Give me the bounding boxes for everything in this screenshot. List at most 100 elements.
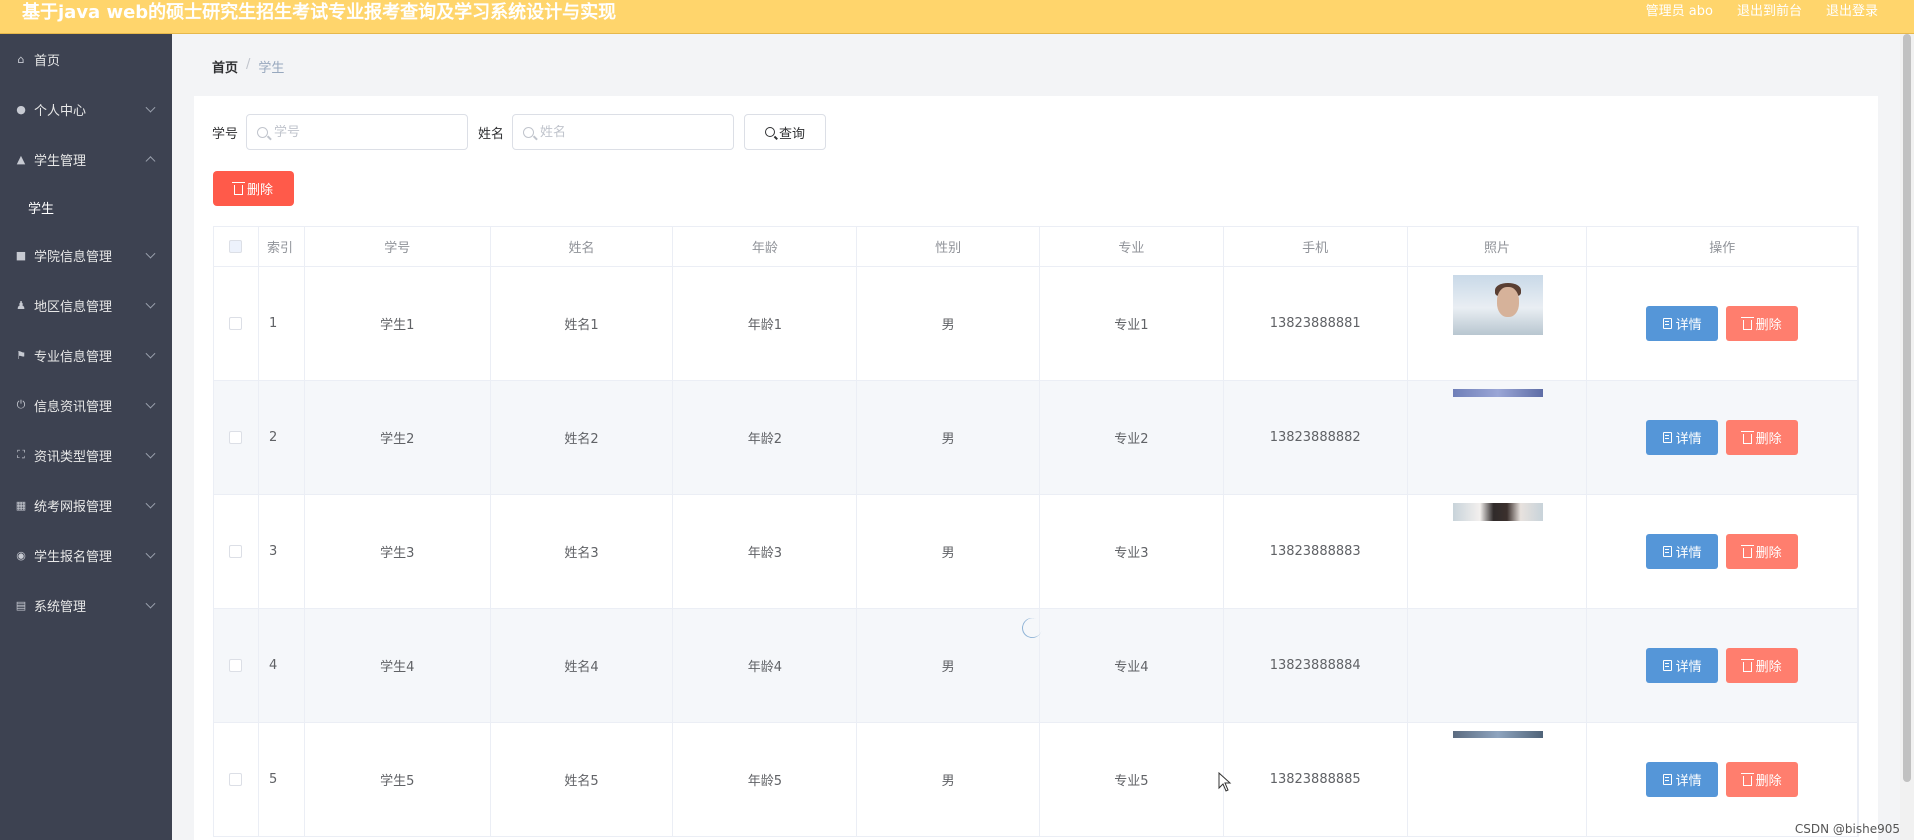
detail-button[interactable]: 详情 <box>1646 306 1719 341</box>
student-photo[interactable] <box>1452 731 1543 738</box>
detail-button[interactable]: 详情 <box>1646 420 1719 455</box>
cell-student-id: 学生4 <box>305 609 491 722</box>
breadcrumb-separator: / <box>246 57 251 72</box>
cell-age: 年龄1 <box>673 267 858 380</box>
student-photo[interactable] <box>1452 275 1543 335</box>
sidebar-item-label: 首页 <box>34 53 61 69</box>
row-checkbox[interactable] <box>229 773 243 786</box>
cell-name: 姓名1 <box>491 267 674 380</box>
cell-age: 年龄2 <box>673 381 858 494</box>
cell-phone: 13823888884 <box>1224 609 1408 722</box>
cell-actions: 详情 删除 <box>1587 267 1859 380</box>
bank-icon: ▲ <box>16 152 26 166</box>
cell-student-id: 学生1 <box>305 267 491 380</box>
table-header: 索引 学号 姓名 年龄 性别 专业 手机 照片 操作 <box>214 227 1859 267</box>
sidebar-item-news-type[interactable]: ⛶ 资讯类型管理 <box>0 430 172 480</box>
cell-phone: 13823888881 <box>1224 267 1408 380</box>
breadcrumb: 首页 / 学生 <box>212 57 284 76</box>
logout-link[interactable]: 退出登录 <box>1826 0 1878 19</box>
cell-major: 专业1 <box>1040 267 1224 380</box>
header-photo: 照片 <box>1408 227 1588 266</box>
row-delete-label: 删除 <box>1755 774 1782 789</box>
row-delete-button[interactable]: 删除 <box>1726 306 1799 341</box>
cell-name: 姓名5 <box>491 723 674 836</box>
cell-gender: 男 <box>857 267 1041 380</box>
cell-index: 4 <box>259 609 305 722</box>
cell-actions: 详情 删除 <box>1587 609 1859 722</box>
scrollbar-thumb[interactable] <box>1903 34 1911 782</box>
sidebar-item-student-management[interactable]: ▲ 学生管理 <box>0 134 172 184</box>
select-all-checkbox[interactable] <box>229 240 243 253</box>
row-checkbox-cell <box>214 723 259 836</box>
row-checkbox[interactable] <box>229 659 243 672</box>
sidebar-item-exam-registration[interactable]: ▦ 统考网报管理 <box>0 480 172 530</box>
cell-age: 年龄5 <box>673 723 858 836</box>
cell-actions: 详情 删除 <box>1587 381 1859 494</box>
row-checkbox-cell <box>214 609 259 722</box>
search-icon <box>523 126 535 138</box>
name-label: 姓名 <box>478 126 505 142</box>
header-links: 管理员 abo 退出到前台 退出登录 <box>1646 0 1878 19</box>
student-photo[interactable] <box>1452 503 1543 521</box>
cell-photo <box>1408 723 1588 836</box>
row-checkbox[interactable] <box>229 431 243 444</box>
row-delete-button[interactable]: 删除 <box>1726 534 1799 569</box>
sidebar-item-student-enrollment[interactable]: ◉ 学生报名管理 <box>0 530 172 580</box>
trash-icon <box>231 181 245 195</box>
row-delete-button[interactable]: 删除 <box>1726 420 1799 455</box>
sidebar-item-system-management[interactable]: ▤ 系统管理 <box>0 580 172 630</box>
cell-major: 专业2 <box>1040 381 1224 494</box>
table-row: 3 学生3 姓名3 年龄3 男 专业3 13823888883 详情 删除 <box>214 495 1859 609</box>
sidebar-item-home[interactable]: ⌂ 首页 <box>0 34 172 84</box>
cell-major: 专业5 <box>1040 723 1224 836</box>
chevron-down-icon <box>145 248 156 259</box>
row-checkbox[interactable] <box>229 317 243 330</box>
person-icon: ♟ <box>16 298 26 312</box>
batch-delete-label: 删除 <box>246 183 273 198</box>
sidebar-item-label: 资讯类型管理 <box>34 449 113 465</box>
back-to-frontend-link[interactable]: 退出到前台 <box>1737 0 1802 19</box>
row-checkbox[interactable] <box>229 545 243 558</box>
cell-actions: 详情 删除 <box>1587 495 1859 608</box>
chevron-down-icon <box>145 398 156 409</box>
row-delete-button[interactable]: 删除 <box>1726 648 1799 683</box>
chevron-down-icon <box>145 448 156 459</box>
chevron-down-icon <box>145 548 156 559</box>
cell-index: 1 <box>259 267 305 380</box>
detail-button-label: 详情 <box>1675 660 1702 675</box>
trash-icon <box>1740 658 1754 672</box>
name-input[interactable] <box>540 124 721 140</box>
cell-photo <box>1408 381 1588 494</box>
chevron-down-icon <box>145 102 156 113</box>
row-delete-button[interactable]: 删除 <box>1726 762 1799 797</box>
cell-name: 姓名2 <box>491 381 674 494</box>
fullscreen-icon: ⛶ <box>17 448 25 461</box>
sidebar-item-region-info[interactable]: ♟ 地区信息管理 <box>0 280 172 330</box>
cell-major: 专业4 <box>1040 609 1224 722</box>
sidebar-item-personal-center[interactable]: ● 个人中心 <box>0 84 172 134</box>
breadcrumb-home[interactable]: 首页 <box>212 57 238 76</box>
cell-index: 5 <box>259 723 305 836</box>
mouse-cursor-icon <box>1218 772 1232 792</box>
row-delete-label: 删除 <box>1755 660 1782 675</box>
sidebar-subitem-student[interactable]: 学生 <box>0 184 172 230</box>
document-icon <box>1662 546 1672 557</box>
student-id-input[interactable] <box>274 124 455 140</box>
sidebar-item-news-info[interactable]: ⏻ 信息资讯管理 <box>0 380 172 430</box>
detail-button[interactable]: 详情 <box>1646 534 1719 569</box>
batch-delete-button[interactable]: 删除 <box>213 171 294 206</box>
table-row: 1 学生1 姓名1 年龄1 男 专业1 13823888881 详情 删除 <box>214 267 1859 381</box>
query-button[interactable]: 查询 <box>744 114 827 150</box>
student-photo[interactable] <box>1452 389 1543 397</box>
detail-button[interactable]: 详情 <box>1646 762 1719 797</box>
header-student-id: 学号 <box>305 227 491 266</box>
cell-major: 专业3 <box>1040 495 1224 608</box>
sidebar-item-major-info[interactable]: ⚑ 专业信息管理 <box>0 330 172 380</box>
vertical-scrollbar[interactable] <box>1900 34 1914 840</box>
cell-name: 姓名4 <box>491 609 674 722</box>
breadcrumb-current: 学生 <box>258 61 285 76</box>
sidebar-item-label: 学生管理 <box>34 153 87 169</box>
location-icon: ◉ <box>16 548 26 562</box>
sidebar-item-college-info[interactable]: ■ 学院信息管理 <box>0 230 172 280</box>
detail-button[interactable]: 详情 <box>1646 648 1719 683</box>
